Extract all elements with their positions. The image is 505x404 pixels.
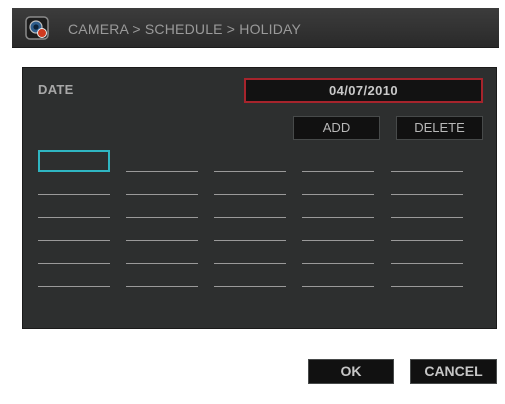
holiday-panel: DATE 04/07/2010 ADD DELETE bbox=[22, 67, 497, 329]
holiday-slot[interactable] bbox=[302, 244, 374, 264]
holiday-slot[interactable] bbox=[391, 175, 463, 195]
holiday-dialog: CAMERA > SCHEDULE > HOLIDAY DATE 04/07/2… bbox=[0, 0, 505, 404]
holiday-slot[interactable] bbox=[126, 221, 198, 241]
holiday-slot[interactable] bbox=[126, 175, 198, 195]
holiday-slot[interactable] bbox=[38, 244, 110, 264]
holiday-slot[interactable] bbox=[126, 198, 198, 218]
title-bar: CAMERA > SCHEDULE > HOLIDAY bbox=[12, 8, 499, 48]
holiday-slot[interactable] bbox=[391, 152, 463, 172]
holiday-slot[interactable] bbox=[391, 221, 463, 241]
cancel-button[interactable]: CANCEL bbox=[410, 359, 497, 384]
holiday-slot[interactable] bbox=[214, 198, 286, 218]
holiday-slot[interactable] bbox=[302, 221, 374, 241]
holiday-list bbox=[23, 68, 498, 330]
holiday-slot[interactable] bbox=[214, 221, 286, 241]
holiday-slot[interactable] bbox=[214, 244, 286, 264]
holiday-slot[interactable] bbox=[38, 198, 110, 218]
holiday-slot[interactable] bbox=[302, 175, 374, 195]
holiday-slot[interactable] bbox=[302, 198, 374, 218]
holiday-slot[interactable] bbox=[38, 175, 110, 195]
holiday-slot[interactable] bbox=[214, 152, 286, 172]
holiday-slot[interactable] bbox=[38, 150, 110, 172]
holiday-slot[interactable] bbox=[38, 267, 110, 287]
holiday-slot[interactable] bbox=[302, 267, 374, 287]
holiday-slot[interactable] bbox=[302, 152, 374, 172]
camera-icon bbox=[25, 16, 49, 40]
holiday-slot[interactable] bbox=[126, 244, 198, 264]
holiday-slot[interactable] bbox=[126, 267, 198, 287]
window-title: CAMERA > SCHEDULE > HOLIDAY bbox=[68, 21, 302, 37]
holiday-slot[interactable] bbox=[391, 244, 463, 264]
holiday-slot[interactable] bbox=[38, 221, 110, 241]
holiday-slot[interactable] bbox=[391, 267, 463, 287]
holiday-slot[interactable] bbox=[214, 267, 286, 287]
holiday-slot[interactable] bbox=[214, 175, 286, 195]
ok-button[interactable]: OK bbox=[308, 359, 394, 384]
holiday-slot[interactable] bbox=[126, 152, 198, 172]
holiday-slot[interactable] bbox=[391, 198, 463, 218]
